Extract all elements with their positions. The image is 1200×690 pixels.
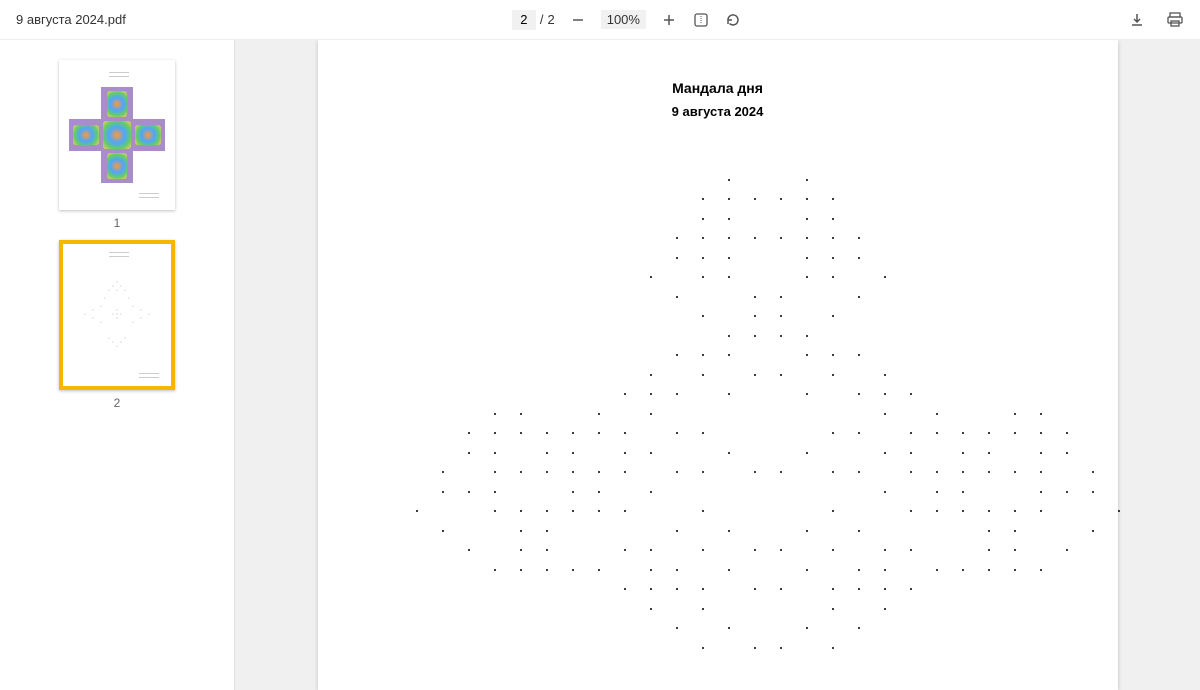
thumb1-header-lines <box>109 72 129 77</box>
thumbnail-sidebar[interactable]: 1 <box>0 40 235 690</box>
thumbnail-wrap-2: 2 <box>59 240 175 410</box>
page-subtitle: 9 августа 2024 <box>348 104 1088 119</box>
document-area[interactable]: Мандала дня 9 августа 2024 <box>235 40 1200 690</box>
thumbnail-wrap-1: 1 <box>59 60 175 230</box>
thumb1-mandala <box>69 87 165 183</box>
thumbnail-1[interactable] <box>59 60 175 210</box>
thumb1-footer-lines <box>139 193 159 198</box>
total-pages: 2 <box>547 12 554 27</box>
page-counter: / 2 <box>512 10 555 30</box>
page-separator: / <box>540 12 544 27</box>
main: 1 <box>0 40 1200 690</box>
zoom-in-button[interactable] <box>660 11 678 29</box>
print-button[interactable] <box>1166 11 1184 29</box>
thumbnail-1-label: 1 <box>114 216 121 230</box>
zoom-out-button[interactable] <box>569 11 587 29</box>
thumb2-dots <box>77 274 157 354</box>
current-page-input[interactable] <box>512 10 536 30</box>
rotate-button[interactable] <box>724 11 742 29</box>
mandala-dots <box>378 159 1058 679</box>
thumb2-footer-lines <box>139 373 159 378</box>
pdf-page-2: Мандала дня 9 августа 2024 <box>318 40 1118 690</box>
thumb2-header-lines <box>109 252 129 257</box>
thumbnail-2-label: 2 <box>114 396 121 410</box>
fit-page-button[interactable] <box>692 11 710 29</box>
filename: 9 августа 2024.pdf <box>16 12 126 27</box>
toolbar-center: / 2 100% <box>126 10 1128 30</box>
zoom-level[interactable]: 100% <box>601 10 646 29</box>
thumbnail-2[interactable] <box>59 240 175 390</box>
toolbar: 9 августа 2024.pdf / 2 100% <box>0 0 1200 40</box>
toolbar-right <box>1128 11 1184 29</box>
download-button[interactable] <box>1128 11 1146 29</box>
page-title: Мандала дня <box>348 80 1088 96</box>
